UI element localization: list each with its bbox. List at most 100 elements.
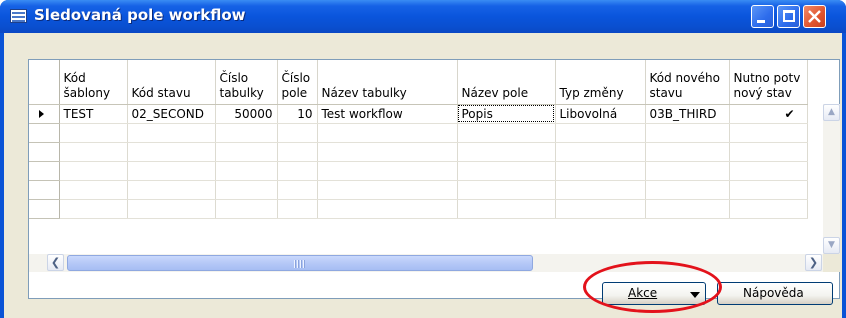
chevron-down-icon: ▼ [828, 240, 835, 250]
grid-cell[interactable] [317, 142, 458, 162]
table-row-empty[interactable] [29, 199, 808, 219]
napoveda-button[interactable]: Nápověda [717, 282, 833, 305]
grid-cell[interactable] [277, 199, 318, 219]
table-row-empty[interactable] [29, 180, 808, 200]
grid-cell[interactable] [729, 199, 808, 219]
grid-cell[interactable] [215, 199, 278, 219]
grid-cell[interactable] [555, 142, 646, 162]
cell-nutno-potvrdit-checkmark[interactable]: ✔ [729, 104, 808, 124]
col-header-nazev-pole[interactable]: Název pole [457, 60, 556, 105]
grid-cell[interactable] [729, 142, 808, 162]
row-selector[interactable] [29, 123, 60, 143]
grid-header-row: Kód šablony Kód stavu Číslo tabulky Číslo p… [29, 60, 808, 105]
grid-cell[interactable] [555, 123, 646, 143]
grid-cell[interactable] [645, 142, 730, 162]
grid-cell[interactable] [729, 161, 808, 181]
grid-cell[interactable] [645, 123, 730, 143]
col-header-kod-noveho-stavu[interactable]: Kód nového stavu [645, 60, 730, 105]
chevron-right-icon: ❯ [808, 256, 819, 269]
grid-cell[interactable] [457, 142, 556, 162]
grid-cell[interactable] [277, 142, 318, 162]
grid-cell[interactable] [277, 161, 318, 181]
table-row-empty[interactable] [29, 142, 808, 162]
title-bar[interactable]: Sledovaná pole workflow [0, 0, 846, 33]
col-header-nutno-potvrdit[interactable]: Nutno potv nový stav [729, 60, 808, 105]
grid-cell[interactable] [215, 161, 278, 181]
row-selector[interactable] [29, 180, 60, 200]
grid-cell[interactable] [59, 161, 128, 181]
scroll-left-button[interactable]: ❮ [47, 254, 64, 271]
grid-cell[interactable] [59, 123, 128, 143]
cell-kod-sablony[interactable]: TEST [59, 104, 128, 124]
table-row-empty[interactable] [29, 161, 808, 181]
grid-cell[interactable] [215, 142, 278, 162]
grid-cell[interactable] [457, 199, 556, 219]
current-row-pointer-icon [39, 109, 44, 118]
grid-cell[interactable] [59, 199, 128, 219]
maximize-button[interactable] [777, 5, 800, 28]
horizontal-scroll-thumb[interactable] [67, 255, 533, 271]
grid-cell[interactable] [317, 199, 458, 219]
scroll-up-button[interactable]: ▲ [823, 104, 840, 121]
grid-cell[interactable] [555, 180, 646, 200]
cell-nazev-pole[interactable]: Popis [457, 104, 556, 124]
grid-cell[interactable] [645, 161, 730, 181]
grid-cell[interactable] [127, 123, 216, 143]
row-selector[interactable] [29, 104, 60, 124]
scroll-right-button[interactable]: ❯ [805, 254, 822, 271]
row-selector-header [29, 60, 60, 105]
col-header-kod-sablony[interactable]: Kód šablony [59, 60, 128, 105]
cell-typ-zmeny[interactable]: Libovolná [555, 104, 646, 124]
grid-cell[interactable] [277, 123, 318, 143]
grid-cell[interactable] [645, 180, 730, 200]
row-selector[interactable] [29, 142, 60, 162]
table-row[interactable]: TEST 02_SECOND 50000 10 Test workflow Po… [29, 104, 808, 124]
grid-cell[interactable] [555, 199, 646, 219]
highlight-circle-annotation [583, 261, 722, 313]
row-selector[interactable] [29, 161, 60, 181]
grid-cell[interactable] [215, 180, 278, 200]
col-header-kod-stavu[interactable]: Kód stavu [127, 60, 216, 105]
grid-cell[interactable] [457, 123, 556, 143]
grid-cell[interactable] [277, 180, 318, 200]
grid-cell[interactable] [215, 123, 278, 143]
cell-nazev-tabulky[interactable]: Test workflow [317, 104, 458, 124]
cell-kod-stavu[interactable]: 02_SECOND [127, 104, 216, 124]
fields-grid: Kód šablony Kód stavu Číslo tabulky Číslo p… [28, 59, 840, 299]
cell-cislo-pole[interactable]: 10 [277, 104, 318, 124]
col-header-cislo-tabulky[interactable]: Číslo tabulky [215, 60, 278, 105]
cell-cislo-tabulky[interactable]: 50000 [215, 104, 278, 124]
close-button[interactable] [803, 5, 826, 28]
grid-cell[interactable] [729, 180, 808, 200]
grid-cell[interactable] [729, 123, 808, 143]
grid-cell[interactable] [317, 161, 458, 181]
grid-cell[interactable] [127, 180, 216, 200]
chevron-left-icon: ❮ [50, 256, 61, 269]
grid-cell[interactable] [127, 161, 216, 181]
grid-cell[interactable] [555, 161, 646, 181]
grid-cell[interactable] [317, 180, 458, 200]
grid-cell[interactable] [59, 180, 128, 200]
grip-icon [294, 260, 306, 268]
vertical-scrollbar[interactable]: ▲ ▼ [823, 104, 840, 254]
grid-cell[interactable] [645, 199, 730, 219]
cell-kod-noveho-stavu[interactable]: 03B_THIRD [645, 104, 730, 124]
minimize-icon [757, 20, 765, 23]
chevron-up-icon: ▲ [828, 107, 835, 117]
grid-cell[interactable] [317, 123, 458, 143]
row-selector[interactable] [29, 199, 60, 219]
minimize-button[interactable] [751, 5, 774, 28]
grid-cell[interactable] [457, 180, 556, 200]
grid-cell[interactable] [127, 199, 216, 219]
scroll-down-button[interactable]: ▼ [823, 237, 840, 254]
col-header-nazev-tabulky[interactable]: Název tabulky [317, 60, 458, 105]
col-header-typ-zmeny[interactable]: Typ změny [555, 60, 646, 105]
window-title: Sledovaná pole workflow [34, 6, 246, 24]
window-client-area: Kód šablony Kód stavu Číslo tabulky Číslo p… [4, 33, 842, 318]
grid-cell[interactable] [457, 161, 556, 181]
grid-cell[interactable] [59, 142, 128, 162]
grid-cell[interactable] [127, 142, 216, 162]
table-row-empty[interactable] [29, 123, 808, 143]
close-icon [808, 10, 821, 23]
col-header-cislo-pole[interactable]: Číslo pole [277, 60, 318, 105]
